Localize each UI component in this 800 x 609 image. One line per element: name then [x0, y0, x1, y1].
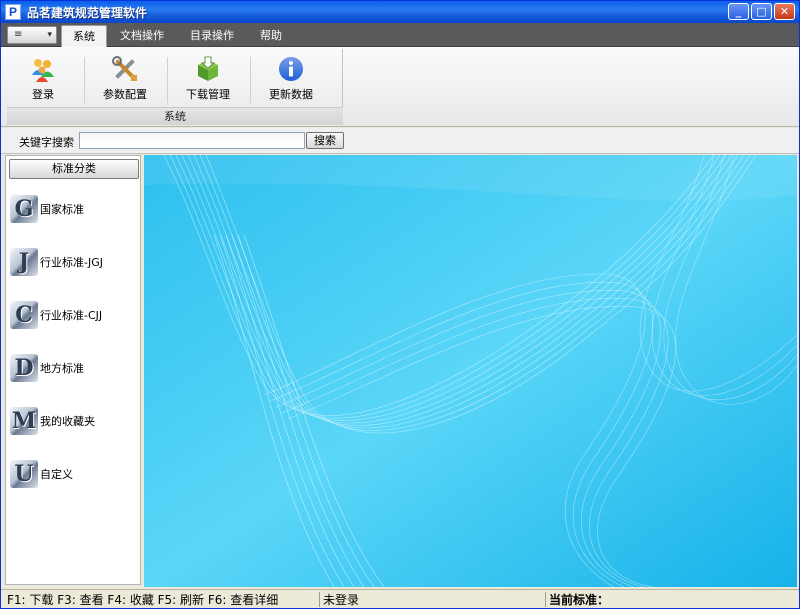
category-item-cjj[interactable]: C 行业标准-CJJ: [10, 300, 138, 330]
maximize-button[interactable]: □: [751, 3, 772, 20]
letter-d-icon: D: [10, 354, 38, 382]
search-bar: 关键字搜索 搜索: [1, 128, 799, 154]
update-data-button[interactable]: 更新数据: [255, 55, 327, 105]
letter-m-icon: M: [10, 407, 38, 435]
letter-u-icon: U: [10, 460, 38, 488]
category-item-local[interactable]: D 地方标准: [10, 353, 138, 383]
download-box-icon: [198, 56, 218, 81]
ribbon-group-system: 登录 参数配置 下载管理 更新数据 系统: [7, 49, 343, 125]
ribbon-separator: [84, 57, 85, 103]
status-bar: F1: 下载 F3: 查看 F4: 收藏 F5: 刷新 F6: 查看详细 未登录…: [1, 589, 799, 608]
tools-icon: [112, 56, 137, 81]
category-label: 行业标准-JGJ: [40, 256, 103, 269]
search-button[interactable]: 搜索: [306, 132, 344, 149]
wave-background-image: [144, 155, 797, 587]
status-separator: [545, 592, 546, 607]
ribbon-group-label: 系统: [7, 107, 343, 125]
app-window: P 品茗建筑规范管理软件 _ □ ✕ ≡ ▾ 系统 文档操作 目录操作 帮助 登…: [0, 0, 800, 609]
tab-catalog[interactable]: 目录操作: [183, 25, 241, 47]
login-button[interactable]: 登录: [7, 55, 79, 105]
category-header[interactable]: 标准分类: [9, 159, 139, 179]
window-title: 品茗建筑规范管理软件: [27, 5, 148, 20]
tab-document[interactable]: 文档操作: [113, 25, 171, 47]
tab-help[interactable]: 帮助: [251, 25, 291, 47]
category-item-custom[interactable]: U 自定义: [10, 459, 138, 489]
category-label: 行业标准-CJJ: [40, 309, 103, 322]
status-separator: [319, 592, 320, 607]
letter-g-icon: G: [10, 195, 38, 223]
settings-button[interactable]: 参数配置: [89, 55, 161, 105]
settings-label: 参数配置: [103, 88, 147, 101]
login-label: 登录: [32, 88, 54, 101]
category-panel: 标准分类 G 国家标准 J 行业标准-JGJ C 行业标准-CJJ D 地方标准…: [5, 155, 141, 585]
app-logo-icon: P: [5, 4, 21, 20]
login-status: 未登录: [323, 593, 360, 607]
window-controls: _ □ ✕: [728, 3, 795, 20]
category-label: 我的收藏夹: [40, 415, 95, 428]
letter-c-icon: C: [10, 301, 38, 329]
content-area: [144, 155, 797, 587]
tab-system[interactable]: 系统: [61, 25, 107, 47]
quick-access-icon: ≡: [14, 29, 23, 40]
minimize-button[interactable]: _: [728, 3, 749, 20]
download-manager-label: 下载管理: [186, 88, 230, 101]
ribbon-tabbar: ≡ ▾ 系统 文档操作 目录操作 帮助: [1, 23, 799, 47]
category-item-national[interactable]: G 国家标准: [10, 194, 138, 224]
download-manager-button[interactable]: 下载管理: [172, 55, 244, 105]
ribbon-separator: [250, 57, 251, 103]
info-icon: [279, 57, 303, 81]
shortcut-hints: F1: 下载 F3: 查看 F4: 收藏 F5: 刷新 F6: 查看详细: [7, 593, 279, 607]
ribbon-panel: 登录 参数配置 下载管理 更新数据 系统: [1, 47, 799, 127]
search-input[interactable]: [79, 132, 305, 149]
users-icon: [32, 59, 54, 82]
search-label: 关键字搜索: [19, 136, 74, 149]
close-button[interactable]: ✕: [774, 3, 795, 20]
quick-access-button[interactable]: ≡ ▾: [7, 26, 57, 44]
category-item-favorites[interactable]: M 我的收藏夹: [10, 406, 138, 436]
chevron-down-icon: ▾: [47, 30, 52, 40]
ribbon-separator: [167, 57, 168, 103]
title-bar[interactable]: P 品茗建筑规范管理软件 _ □ ✕: [1, 1, 799, 23]
category-label: 自定义: [40, 468, 73, 481]
update-data-label: 更新数据: [269, 88, 313, 101]
category-label: 地方标准: [40, 362, 84, 375]
category-item-jgj[interactable]: J 行业标准-JGJ: [10, 247, 138, 277]
letter-j-icon: J: [10, 248, 38, 276]
category-label: 国家标准: [40, 203, 84, 216]
current-standard-label: 当前标准：: [549, 593, 610, 607]
